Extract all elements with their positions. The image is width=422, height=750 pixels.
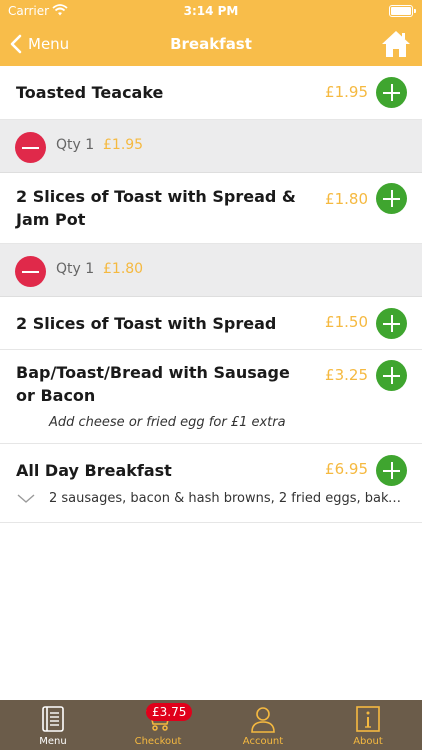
menu-item[interactable]: Bap/Toast/Bread with Sausage or Bacon £3… <box>0 350 422 444</box>
quantity-row: Qty 1 £1.80 <box>0 244 422 297</box>
item-title: Toasted Teacake <box>16 83 164 102</box>
menu-item[interactable]: Toasted Teacake £1.95 <box>0 66 422 120</box>
item-title: 2 Slices of Toast with Spread <box>16 314 277 333</box>
quantity-price: £1.80 <box>103 261 144 277</box>
menu-item[interactable]: 2 Slices of Toast with Spread & Jam Pot … <box>0 173 422 244</box>
item-title: 2 Slices of Toast with Spread & <box>16 187 296 206</box>
item-price: £1.80 <box>325 190 368 208</box>
tab-menu[interactable]: Menu <box>13 700 93 750</box>
item-price: £3.25 <box>325 366 368 384</box>
add-button[interactable] <box>376 183 407 214</box>
tab-label: Account <box>242 736 284 747</box>
quantity-price: £1.95 <box>103 137 144 153</box>
item-price: £6.95 <box>325 460 368 478</box>
page-title: Breakfast <box>170 35 252 53</box>
item-subtitle: Add cheese or fried egg for £1 extra <box>49 415 286 430</box>
tab-bar: Menu £3.75 Checkout Account About <box>0 700 422 750</box>
info-icon <box>356 706 380 732</box>
menu-book-icon <box>42 706 64 732</box>
tab-about[interactable]: About <box>328 700 408 750</box>
menu-item[interactable]: All Day Breakfast £6.95 2 sausages, baco… <box>0 444 422 523</box>
tab-account[interactable]: Account <box>223 700 303 750</box>
quantity-row: Qty 1 £1.95 <box>0 120 422 173</box>
tab-label: Menu <box>39 736 67 747</box>
add-button[interactable] <box>376 308 407 339</box>
battery-icon <box>389 5 416 17</box>
remove-button[interactable] <box>15 132 46 163</box>
tab-label: Checkout <box>134 736 182 747</box>
menu-item[interactable]: 2 Slices of Toast with Spread £1.50 <box>0 297 422 350</box>
quantity-label: Qty 1 <box>56 137 95 153</box>
item-price: £1.50 <box>325 313 368 331</box>
remove-button[interactable] <box>15 256 46 287</box>
menu-item-list: Toasted Teacake £1.95 Qty 1 £1.95 2 Slic… <box>0 66 422 523</box>
add-button[interactable] <box>376 360 407 391</box>
status-bar: Carrier 3:14 PM <box>0 0 422 22</box>
tab-checkout[interactable]: £3.75 Checkout <box>118 700 198 750</box>
item-title: Bap/Toast/Bread with Sausage <box>16 363 290 382</box>
home-icon[interactable] <box>380 28 412 60</box>
nav-bar: Menu Breakfast <box>0 22 422 66</box>
cart-total-badge: £3.75 <box>146 703 193 721</box>
quantity-label: Qty 1 <box>56 261 95 277</box>
item-title: All Day Breakfast <box>16 461 172 480</box>
item-description: 2 sausages, bacon & hash browns, 2 fried… <box>49 491 409 506</box>
item-title-line2: Jam Pot <box>16 210 86 229</box>
status-time: 3:14 PM <box>183 4 239 18</box>
chevron-down-icon[interactable] <box>17 494 35 504</box>
add-button[interactable] <box>376 455 407 486</box>
add-button[interactable] <box>376 77 407 108</box>
item-price: £1.95 <box>325 83 368 101</box>
item-title-line2: or Bacon <box>16 386 96 405</box>
tab-label: About <box>353 736 383 747</box>
person-icon <box>251 707 275 733</box>
